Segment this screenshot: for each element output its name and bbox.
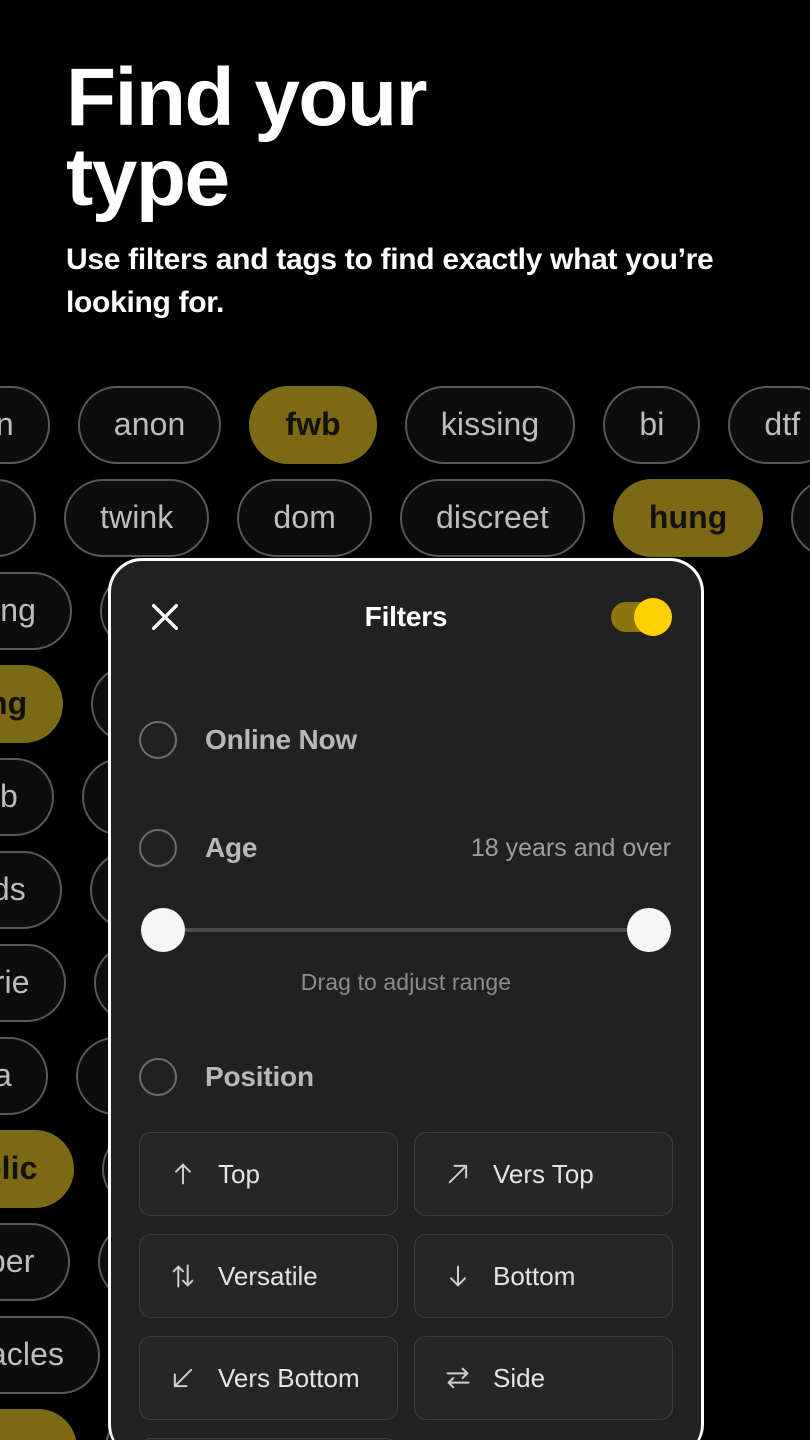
tag-pill[interactable]: b	[0, 757, 54, 836]
tag-pill[interactable]: ng	[0, 664, 64, 743]
filter-row-position[interactable]: Position	[139, 1036, 673, 1118]
filter-label-age: Age	[205, 832, 258, 863]
tag-pill[interactable]: gerie	[0, 943, 66, 1022]
slider-thumb-max[interactable]	[627, 908, 671, 952]
tag-pill[interactable]: bi	[603, 385, 701, 464]
filters-title: Filters	[364, 601, 448, 632]
tag-pill[interactable]: ober	[0, 1222, 71, 1301]
close-icon[interactable]	[141, 593, 189, 641]
position-option-vers-top[interactable]: Vers Top	[414, 1132, 673, 1216]
tag-pill[interactable]: ntacles	[0, 1315, 101, 1394]
arrow-up-right-icon	[443, 1159, 473, 1189]
radio-position[interactable]	[139, 1058, 177, 1096]
position-option-top[interactable]: Top	[139, 1132, 398, 1216]
tag-pill[interactable]: coup	[791, 478, 810, 557]
hero-section: Find your type Use filters and tags to f…	[66, 52, 766, 324]
slider-hint: Drag to adjust range	[300, 969, 512, 995]
position-option-label: Vers Top	[493, 1158, 594, 1189]
page-subtitle: Use filters and tags to find exactly wha…	[66, 243, 714, 319]
radio-age[interactable]	[139, 829, 177, 867]
tag-pill[interactable]: dom	[237, 478, 372, 557]
tag-pill[interactable]: ddling	[0, 571, 73, 650]
tag-pill[interactable]: ns	[0, 478, 36, 557]
tag-pill[interactable]: blic	[0, 1129, 74, 1208]
radio-online-now[interactable]	[139, 721, 177, 759]
tag-row: nstwink dom discreet hung coup	[0, 471, 810, 564]
tag-pill[interactable]: on	[0, 385, 50, 464]
filter-row-age[interactable]: Age 18 years and over	[139, 807, 673, 889]
tag-pill[interactable]: kissing	[404, 385, 576, 464]
tag-pill[interactable]: raw	[0, 1408, 78, 1440]
page-title: Find your type	[66, 52, 428, 223]
arrows-left-right-icon	[443, 1363, 473, 1393]
tag-pill[interactable]: anon	[77, 385, 222, 464]
position-option-label: Versatile	[218, 1260, 318, 1291]
arrows-up-down-icon	[168, 1261, 198, 1291]
tag-pill[interactable]: a	[0, 1036, 48, 1115]
tag-pill[interactable]: discreet	[399, 478, 585, 557]
position-options-grid: Top Vers Top Versatile Bottom Vers Bottom Sid…	[139, 1132, 673, 1440]
filters-header: Filters	[139, 561, 673, 673]
tag-pill[interactable]: twink	[64, 478, 210, 557]
filter-value-age: 18 years and over	[470, 833, 671, 862]
app-screen: Find your type Use filters and tags to f…	[0, 0, 810, 1440]
position-option-label: Top	[218, 1158, 260, 1189]
toggle-knob	[634, 598, 672, 636]
slider-thumb-min[interactable]	[141, 908, 185, 952]
tag-row: onanonfwbkissingbidtfc	[0, 378, 810, 471]
filters-sheet: Filters Online Now Age 18 years and over…	[108, 558, 704, 1440]
position-option-label: Side	[493, 1362, 546, 1393]
tag-pill[interactable]: nds	[0, 850, 62, 929]
position-option-label: Vers Bottom	[218, 1362, 360, 1393]
position-option-side[interactable]: Side	[414, 1336, 673, 1420]
tag-pill[interactable]: hung	[612, 478, 764, 557]
position-option-label: Bottom	[493, 1260, 576, 1291]
filters-master-toggle[interactable]	[611, 598, 672, 636]
tag-pill[interactable]: fwb	[249, 385, 377, 464]
arrow-down-left-icon	[168, 1363, 198, 1393]
position-option-bottom[interactable]: Bottom	[414, 1234, 673, 1318]
filter-row-online-now[interactable]: Online Now	[139, 699, 673, 781]
position-option-versatile[interactable]: Versatile	[139, 1234, 398, 1318]
slider-track	[165, 928, 647, 932]
age-range-slider[interactable]	[139, 897, 673, 963]
filter-label-online-now: Online Now	[205, 724, 358, 755]
filter-label-position: Position	[205, 1061, 314, 1092]
position-option-vers-bottom[interactable]: Vers Bottom	[139, 1336, 398, 1420]
tag-pill[interactable]: dtf	[728, 385, 810, 464]
arrow-down-icon	[443, 1261, 473, 1291]
arrow-up-icon	[168, 1159, 198, 1189]
